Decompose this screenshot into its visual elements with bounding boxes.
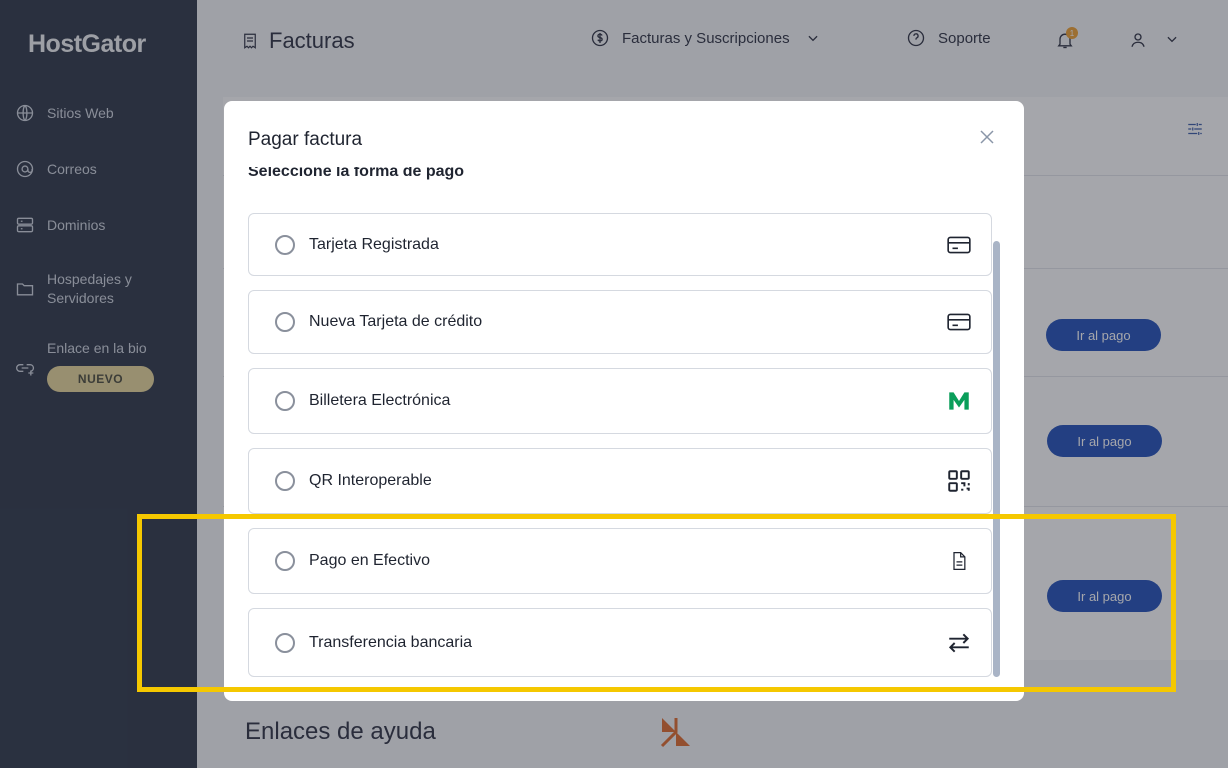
- qr-code-icon: [945, 467, 973, 495]
- payment-method-heading: Seleccione la forma de pago: [248, 167, 465, 180]
- close-icon[interactable]: [979, 129, 995, 145]
- payment-option-qr[interactable]: QR Interoperable: [248, 448, 992, 514]
- payment-option-new-credit-card[interactable]: Nueva Tarjeta de crédito: [248, 290, 992, 354]
- radio-button[interactable]: [275, 391, 295, 411]
- radio-button[interactable]: [275, 234, 295, 255]
- modal-title: Pagar factura: [248, 129, 363, 150]
- radio-button[interactable]: [275, 312, 295, 332]
- credit-card-icon: [945, 308, 973, 336]
- payment-option-e-wallet[interactable]: Billetera Electrónica: [248, 368, 992, 434]
- m-wallet-logo-icon: [945, 387, 973, 415]
- payment-option-registered-card[interactable]: Tarjeta Registrada: [248, 213, 992, 276]
- highlight-box: [137, 514, 1176, 692]
- radio-button[interactable]: [275, 471, 295, 491]
- credit-card-icon: [945, 231, 973, 259]
